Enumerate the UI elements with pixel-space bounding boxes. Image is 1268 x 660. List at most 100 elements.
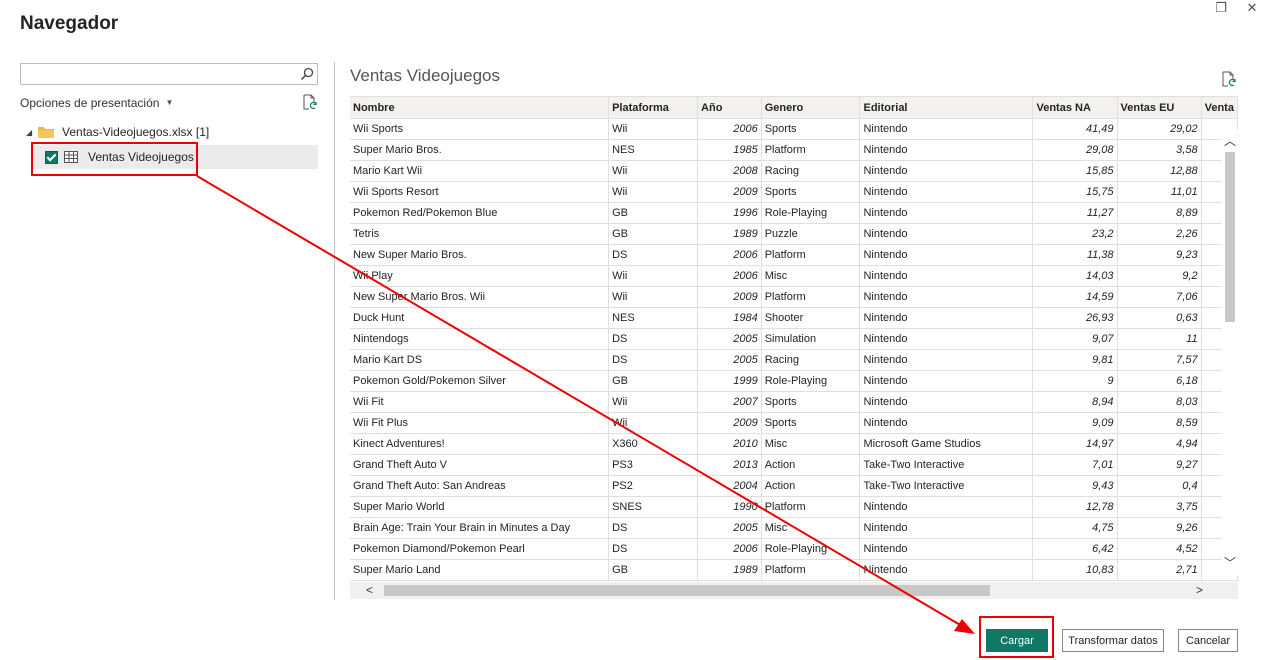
cancel-button[interactable]: Cancelar <box>1178 629 1238 652</box>
table-cell: 8,03 <box>1117 391 1202 413</box>
horizontal-scrollbar[interactable]: < > <box>350 582 1238 599</box>
close-window-icon[interactable]: ✕ <box>1244 0 1260 15</box>
column-header[interactable]: Ventas NA <box>1032 97 1118 119</box>
table-cell: 2004 <box>697 475 762 497</box>
table-cell: New Super Mario Bros. <box>350 244 610 266</box>
table-cell: 2006 <box>697 118 762 140</box>
table-cell: DS <box>608 538 699 560</box>
table-cell: 29,08 <box>1032 139 1118 161</box>
table-cell: 2008 <box>697 160 762 182</box>
annotation-highlight-box-load <box>979 616 1054 658</box>
table-cell: NES <box>608 139 699 161</box>
table-cell: 2006 <box>697 244 762 266</box>
display-options-dropdown[interactable]: Opciones de presentación ▼ <box>20 96 173 110</box>
expand-arrow-icon[interactable]: ◢ <box>26 128 36 137</box>
table-cell: Racing <box>761 160 861 182</box>
table-cell: Super Mario World <box>350 496 610 518</box>
table-cell: GB <box>608 370 699 392</box>
table-cell: Brain Age: Train Your Brain in Minutes a… <box>350 517 610 539</box>
table-cell: Kinect Adventures! <box>350 433 610 455</box>
table-cell: 8,94 <box>1032 391 1118 413</box>
table-cell: 0,63 <box>1117 307 1202 329</box>
table-cell: DS <box>608 328 699 350</box>
table-cell: SNES <box>608 496 699 518</box>
data-preview-grid[interactable]: Nombre Plataforma Año Genero Editorial Ventas… <box>350 96 1238 583</box>
table-row: Nintendogs DS 2005 Simulation Nintendo 9,07 11 <box>350 328 1238 350</box>
table-cell: 26,93 <box>1032 307 1118 329</box>
table-cell: Platform <box>761 496 861 518</box>
table-cell: 2009 <box>697 181 762 203</box>
search-icon[interactable] <box>300 67 314 81</box>
transform-data-button[interactable]: Transformar datos <box>1062 629 1164 652</box>
table-cell: Misc <box>761 517 861 539</box>
search-box[interactable] <box>20 63 318 85</box>
column-header[interactable]: Plataforma <box>608 97 699 119</box>
folder-icon <box>38 127 54 138</box>
table-cell: Misc <box>761 433 861 455</box>
table-cell: Nintendo <box>859 391 1034 413</box>
table-cell: Grand Theft Auto V <box>350 454 610 476</box>
table-cell: Wii Sports <box>350 118 610 140</box>
table-cell: 9,81 <box>1032 349 1118 371</box>
vertical-scroll-thumb[interactable] <box>1225 152 1235 322</box>
table-cell: Nintendo <box>859 412 1034 434</box>
table-cell: Tetris <box>350 223 610 245</box>
table-cell: Nintendo <box>859 517 1034 539</box>
table-cell: 9,26 <box>1117 517 1202 539</box>
table-cell: 0,4 <box>1117 475 1202 497</box>
search-input[interactable] <box>24 65 298 85</box>
refresh-document-icon[interactable] <box>302 94 318 110</box>
column-header[interactable]: Genero <box>761 97 861 119</box>
table-cell: 2006 <box>697 265 762 287</box>
column-header[interactable]: Venta <box>1201 97 1238 119</box>
table-cell: 8,59 <box>1117 412 1202 434</box>
table-cell: Platform <box>761 244 861 266</box>
table-row: Mario Kart Wii Wii 2008 Racing Nintendo 15,85… <box>350 160 1238 182</box>
table-cell: Pokemon Diamond/Pokemon Pearl <box>350 538 610 560</box>
column-header[interactable]: Editorial <box>859 97 1034 119</box>
table-cell: 7,57 <box>1117 349 1202 371</box>
column-header[interactable]: Año <box>697 97 762 119</box>
scroll-right-icon[interactable]: > <box>1196 583 1203 597</box>
refresh-preview-icon[interactable] <box>1221 71 1237 87</box>
table-cell: 11,38 <box>1032 244 1118 266</box>
table-row: Grand Theft Auto: San Andreas PS2 2004 Acti… <box>350 475 1238 497</box>
table-cell: PS3 <box>608 454 699 476</box>
table-row: Wii Sports Resort Wii 2009 Sports Nintendo 15… <box>350 181 1238 203</box>
table-cell: DS <box>608 244 699 266</box>
table-cell: 29,02 <box>1117 118 1202 140</box>
table-cell: Take-Two Interactive <box>859 454 1034 476</box>
table-cell: DS <box>608 349 699 371</box>
table-cell: 14,59 <box>1032 286 1118 308</box>
table-cell: Misc <box>761 265 861 287</box>
table-cell: 2013 <box>697 454 762 476</box>
scroll-left-icon[interactable]: < <box>366 583 373 597</box>
table-cell: Nintendo <box>859 181 1034 203</box>
column-header[interactable]: Ventas EU <box>1117 97 1202 119</box>
table-row: New Super Mario Bros. Wii Wii 2009 Platform… <box>350 286 1238 308</box>
scroll-down-icon[interactable]: ﹀ <box>1224 554 1236 571</box>
table-cell: 14,03 <box>1032 265 1118 287</box>
table-cell: Wii Fit Plus <box>350 412 610 434</box>
table-cell: 9,43 <box>1032 475 1118 497</box>
table-cell: 3,75 <box>1117 496 1202 518</box>
scroll-up-icon[interactable]: ︿ <box>1224 132 1236 149</box>
table-cell: Nintendogs <box>350 328 610 350</box>
table-cell: 14,97 <box>1032 433 1118 455</box>
table-cell: 2010 <box>697 433 762 455</box>
table-row: Super Mario Bros. NES 1985 Platform Nintendo… <box>350 139 1238 161</box>
table-cell: Wii <box>608 118 699 140</box>
horizontal-scroll-thumb[interactable] <box>384 585 990 596</box>
table-row: Wii Fit Wii 2007 Sports Nintendo 8,94 8,03 <box>350 391 1238 413</box>
table-cell: Sports <box>761 118 861 140</box>
table-cell: Nintendo <box>859 265 1034 287</box>
table-cell: Wii <box>608 181 699 203</box>
vertical-scrollbar[interactable]: ︿ ﹀ <box>1222 130 1238 576</box>
table-cell: DS <box>608 517 699 539</box>
restore-window-icon[interactable]: ❐ <box>1213 0 1229 15</box>
table-cell: Nintendo <box>859 244 1034 266</box>
tree-file-node[interactable]: ◢ Ventas-Videojuegos.xlsx [1] <box>26 125 209 139</box>
table-cell: 3,58 <box>1117 139 1202 161</box>
table-cell: 2005 <box>697 349 762 371</box>
column-header[interactable]: Nombre <box>350 97 610 119</box>
